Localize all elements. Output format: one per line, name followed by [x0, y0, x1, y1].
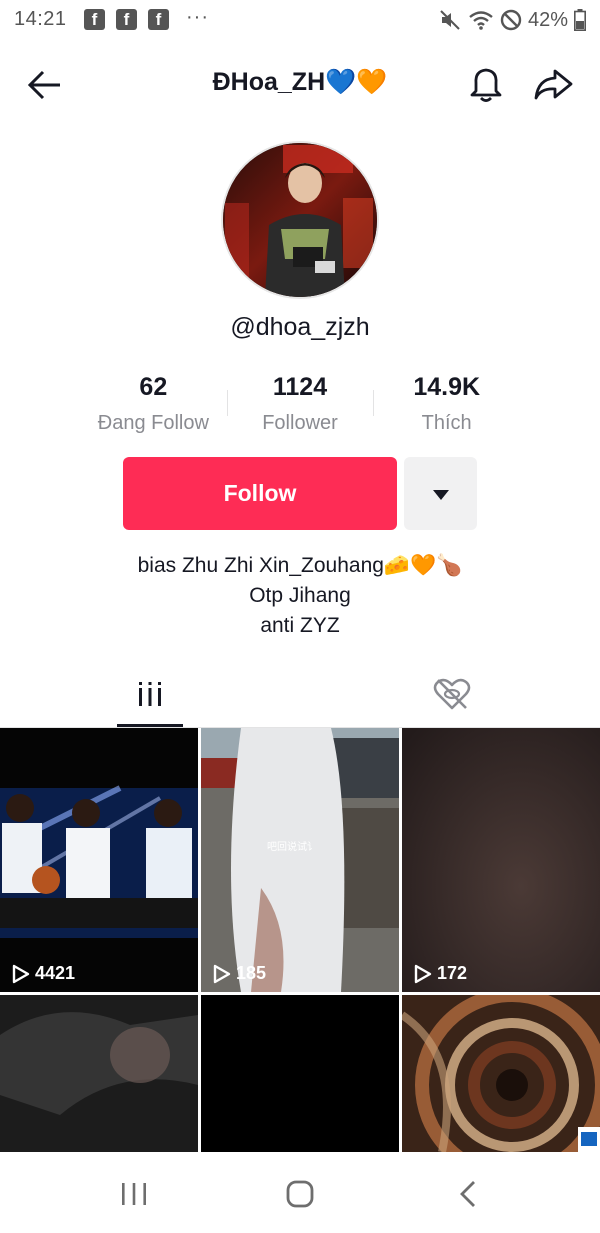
battery-icon	[574, 9, 586, 31]
stat-label: Thích	[421, 412, 472, 434]
video-thumbnail	[402, 728, 600, 992]
video-thumbnail	[402, 995, 600, 1152]
liked-hidden-icon	[433, 678, 471, 710]
video-thumbnail	[0, 728, 198, 992]
do-not-disturb-icon	[500, 9, 522, 31]
status-time: 14:21	[14, 8, 67, 30]
video-tile[interactable]	[0, 995, 198, 1152]
bio-line: Otp Jihang	[249, 584, 351, 607]
wifi-icon	[469, 11, 493, 30]
video-tile[interactable]	[402, 995, 600, 1152]
stat-value: 1124	[272, 373, 328, 401]
follow-button[interactable]: Follow	[123, 457, 397, 530]
bio-line: bias Zhu Zhi Xin_Zouhang🧀🧡🍗	[137, 554, 463, 577]
stat-label: Đang Follow	[97, 412, 209, 434]
share-icon	[534, 69, 573, 100]
suggested-accounts-button[interactable]	[404, 457, 477, 530]
profile-header: ĐHoa_ZH💙🧡	[0, 55, 600, 115]
page-title: ĐHoa_ZH💙🧡	[212, 68, 388, 96]
stat-following[interactable]: 62 Đang Follow	[80, 370, 227, 440]
view-count-text: 172	[437, 963, 468, 983]
stat-divider	[373, 390, 374, 416]
stat-label: Follower	[262, 412, 338, 434]
video-grid: 4421 吧回说试讠 185 172	[0, 728, 600, 1152]
back-icon	[460, 1181, 475, 1207]
stat-divider	[227, 390, 228, 416]
stat-likes[interactable]: 14.9K Thích	[373, 370, 520, 440]
status-bar: 14:21 f f f ··· 42%	[0, 0, 600, 40]
recent-apps-icon	[122, 1183, 146, 1205]
avatar[interactable]	[221, 141, 379, 299]
more-notifications-indicator: ···	[186, 6, 209, 28]
caret-down-icon	[433, 490, 449, 500]
view-count: 4421	[12, 963, 75, 984]
video-thumbnail	[0, 995, 198, 1152]
play-icon	[213, 964, 231, 983]
view-count: 185	[213, 963, 266, 984]
view-count-text: 4421	[35, 963, 76, 983]
bio-line: anti ZYZ	[260, 614, 340, 637]
profile-stats: 62 Đang Follow 1124 Follower 14.9K Thích	[80, 370, 520, 440]
video-tile[interactable]: 吧回说试讠 185	[201, 728, 399, 992]
play-icon	[414, 964, 432, 983]
back-button-system[interactable]	[456, 1180, 480, 1208]
share-button[interactable]	[531, 65, 575, 105]
stat-value: 14.9K	[413, 373, 481, 401]
notification-button[interactable]	[466, 65, 506, 105]
username: @dhoa_zjzh	[230, 313, 370, 341]
stat-followers[interactable]: 1124 Follower	[227, 370, 374, 440]
tab-liked[interactable]	[430, 674, 474, 714]
home-button[interactable]	[286, 1180, 314, 1208]
tab-videos[interactable]	[117, 660, 183, 728]
content-tabs	[0, 660, 600, 728]
bell-icon	[470, 68, 502, 102]
mute-icon	[440, 10, 460, 30]
video-thumbnail: 吧回说试讠	[201, 728, 399, 992]
video-tile[interactable]: 4421	[0, 728, 198, 992]
home-icon	[286, 1180, 314, 1208]
stat-value: 62	[139, 373, 168, 401]
play-icon	[12, 964, 30, 983]
facebook-icon: f	[148, 9, 169, 30]
active-tab-indicator	[117, 724, 183, 727]
video-tile[interactable]	[201, 995, 399, 1152]
bio: bias Zhu Zhi Xin_Zouhang🧀🧡🍗 Otp Jihang a…	[0, 551, 600, 641]
system-nav-bar	[0, 1153, 600, 1233]
battery-percent: 42%	[527, 8, 568, 31]
facebook-icon: f	[116, 9, 137, 30]
avatar-photo	[223, 143, 377, 297]
view-count: 172	[414, 963, 467, 984]
video-tile[interactable]: 172	[402, 728, 600, 992]
svg-text:吧回说试讠: 吧回说试讠	[267, 840, 317, 853]
recent-apps-button[interactable]	[120, 1181, 148, 1207]
view-count-text: 185	[236, 963, 267, 983]
grid-icon	[139, 682, 161, 706]
facebook-icon: f	[84, 9, 105, 30]
